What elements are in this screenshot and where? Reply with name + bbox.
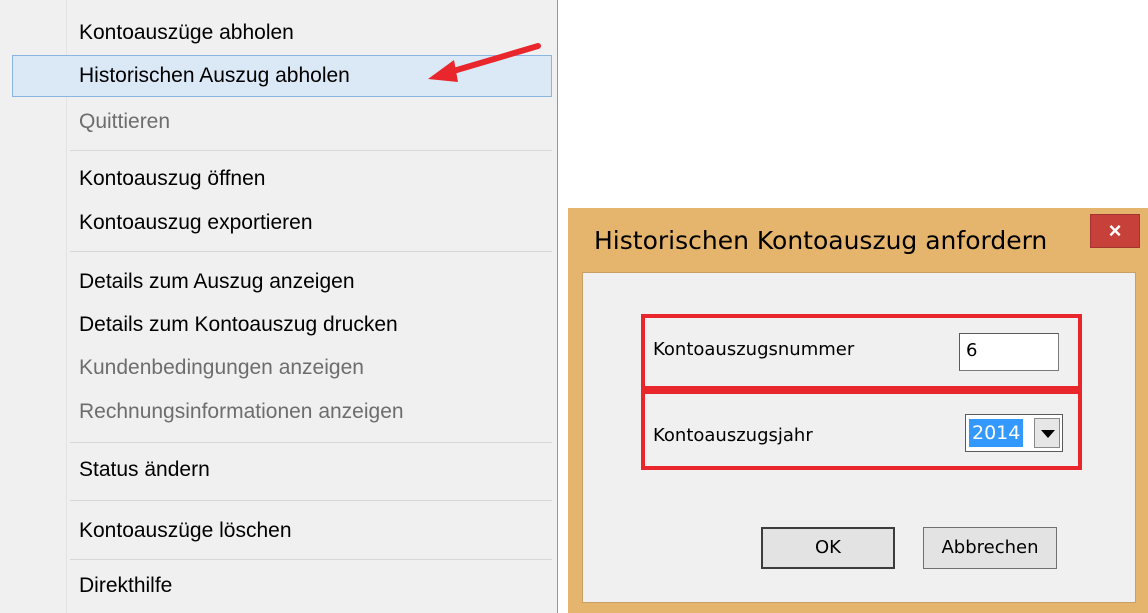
menu-item-label: Kundenbedingungen anzeigen xyxy=(79,356,364,379)
menu-item-label: Details zum Kontoauszug drucken xyxy=(79,313,398,336)
menu-item-label: Kontoauszug öffnen xyxy=(79,167,266,190)
menu-item-kundenbedingungen-anzeigen: Kundenbedingungen anzeigen xyxy=(12,347,552,389)
menu-item-label: Details zum Auszug anzeigen xyxy=(79,270,355,293)
menu-item-details-zum-kontoauszug-drucken[interactable]: Details zum Kontoauszug drucken xyxy=(12,304,552,346)
dialog-client-area: Kontoauszugsnummer 6 Kontoauszugsjahr 20… xyxy=(582,272,1136,603)
menu-separator xyxy=(70,559,552,560)
menu-separator xyxy=(70,251,552,252)
menu-item-label: Historischen Auszug abholen xyxy=(79,64,350,87)
menu-item-quittieren: Quittieren xyxy=(12,101,552,143)
menu-item-label: Direkthilfe xyxy=(79,574,173,597)
statement-number-input[interactable]: 6 xyxy=(959,333,1059,371)
cancel-button[interactable]: Abbrechen xyxy=(923,527,1057,569)
menu-item-kontoauszug-oeffnen[interactable]: Kontoauszug öffnen xyxy=(12,158,552,200)
menu-item-kontoauszuege-loeschen[interactable]: Kontoauszüge löschen xyxy=(12,510,552,552)
statement-year-select[interactable]: 2014 xyxy=(965,414,1063,452)
menu-item-details-zum-auszug-anzeigen[interactable]: Details zum Auszug anzeigen xyxy=(12,261,552,303)
close-icon[interactable]: × xyxy=(1090,214,1140,248)
menu-item-status-aendern[interactable]: Status ändern xyxy=(12,449,552,491)
statement-year-value: 2014 xyxy=(969,419,1024,447)
underlying-window xyxy=(558,0,568,613)
statement-number-label: Kontoauszugsnummer xyxy=(653,339,855,360)
menu-item-label: Kontoauszug exportieren xyxy=(79,211,313,234)
menu-item-label: Status ändern xyxy=(79,458,210,481)
menu-item-label: Quittieren xyxy=(79,110,171,133)
historical-statement-dialog: Historischen Kontoauszug anfordern × Kon… xyxy=(568,208,1148,613)
menu-item-label: Rechnungsinformationen anzeigen xyxy=(79,400,404,423)
menu-item-rechnungsinformationen-anzeigen: Rechnungsinformationen anzeigen xyxy=(12,391,552,433)
menu-separator xyxy=(70,150,552,151)
dropdown-arrow-icon[interactable] xyxy=(1034,418,1060,448)
menu-separator xyxy=(70,500,552,501)
ok-button[interactable]: OK xyxy=(761,527,895,569)
red-annotation-arrow xyxy=(428,43,541,82)
menu-item-kontoauszug-exportieren[interactable]: Kontoauszug exportieren xyxy=(12,202,552,244)
dialog-title: Historischen Kontoauszug anfordern xyxy=(594,226,1048,255)
menu-item-label: Kontoauszüge abholen xyxy=(79,21,294,44)
menu-item-direkthilfe[interactable]: Direkthilfe xyxy=(12,565,552,607)
menu-item-label: Kontoauszüge löschen xyxy=(79,519,292,542)
statement-year-label: Kontoauszugsjahr xyxy=(653,425,813,446)
menu-separator xyxy=(70,442,552,443)
